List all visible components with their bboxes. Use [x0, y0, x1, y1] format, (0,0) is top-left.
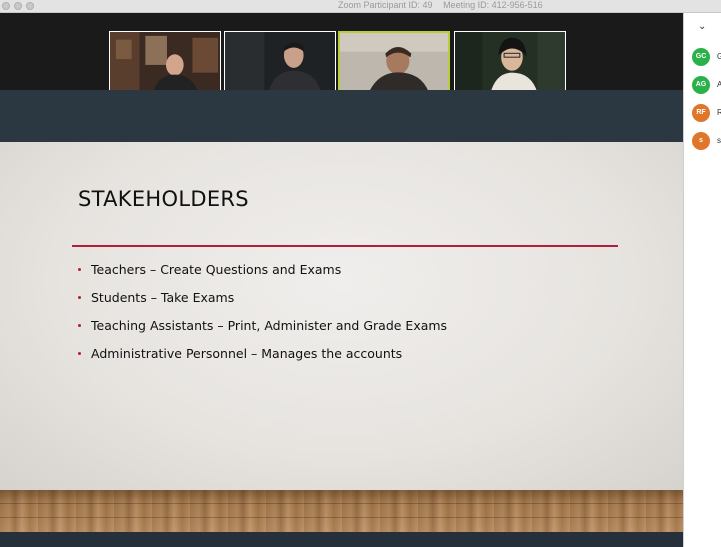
- participant-item[interactable]: RF R: [692, 104, 721, 124]
- window-title: Zoom Participant ID: 49 Meeting ID: 412-…: [338, 0, 543, 11]
- participants-panel: ⌄ GC G AG A RF R s s: [683, 13, 721, 547]
- close-window-button[interactable]: [2, 2, 10, 10]
- slide-header-band: [0, 90, 683, 142]
- slide-bullet: Administrative Personnel – Manages the a…: [78, 345, 447, 373]
- bullet-text: Administrative Personnel – Manages the a…: [91, 346, 403, 361]
- participant-name: s: [717, 136, 721, 145]
- bullet-icon: [78, 352, 81, 355]
- participant-avatar: s: [692, 132, 710, 150]
- shared-slide: STAKEHOLDERS Teachers – Create Questions…: [0, 142, 683, 490]
- slide-title: STAKEHOLDERS: [78, 187, 249, 211]
- participant-item[interactable]: GC G: [692, 48, 721, 68]
- slide-wood-floor: [0, 490, 683, 532]
- participant-name: A: [717, 80, 721, 89]
- participant-id-label: Zoom Participant ID: 49: [338, 0, 433, 10]
- meeting-id-label: Meeting ID: 412-956-516: [443, 0, 543, 10]
- participant-name: G: [717, 52, 721, 61]
- participant-avatar: AG: [692, 76, 710, 94]
- slide-footer-band: [0, 532, 683, 547]
- chevron-down-icon[interactable]: ⌄: [698, 21, 706, 32]
- participant-name: R: [717, 108, 721, 117]
- window-title-bar: Zoom Participant ID: 49 Meeting ID: 412-…: [0, 0, 721, 13]
- video-tile-2[interactable]: [224, 31, 336, 94]
- bullet-icon: [78, 296, 81, 299]
- slide-title-divider: [72, 245, 618, 247]
- bullet-text: Teachers – Create Questions and Exams: [91, 262, 342, 277]
- video-tile-3[interactable]: [338, 31, 450, 94]
- participant-avatar: RF: [692, 104, 710, 122]
- bullet-icon: [78, 324, 81, 327]
- participant-item[interactable]: s s: [692, 132, 721, 152]
- zoom-window-button[interactable]: [26, 2, 34, 10]
- video-strip: [0, 13, 683, 94]
- bullet-icon: [78, 268, 81, 271]
- slide-bullet: Students – Take Exams: [78, 289, 447, 317]
- minimize-window-button[interactable]: [14, 2, 22, 10]
- slide-bullet-list: Teachers – Create Questions and Exams St…: [78, 261, 447, 373]
- participant-avatar: GC: [692, 48, 710, 66]
- video-tile-4[interactable]: [454, 31, 566, 94]
- participant-item[interactable]: AG A: [692, 76, 721, 96]
- slide-bullet: Teaching Assistants – Print, Administer …: [78, 317, 447, 345]
- video-tile-1[interactable]: [109, 31, 221, 94]
- bullet-text: Teaching Assistants – Print, Administer …: [91, 318, 448, 333]
- slide-bullet: Teachers – Create Questions and Exams: [78, 261, 447, 289]
- bullet-text: Students – Take Exams: [91, 290, 235, 305]
